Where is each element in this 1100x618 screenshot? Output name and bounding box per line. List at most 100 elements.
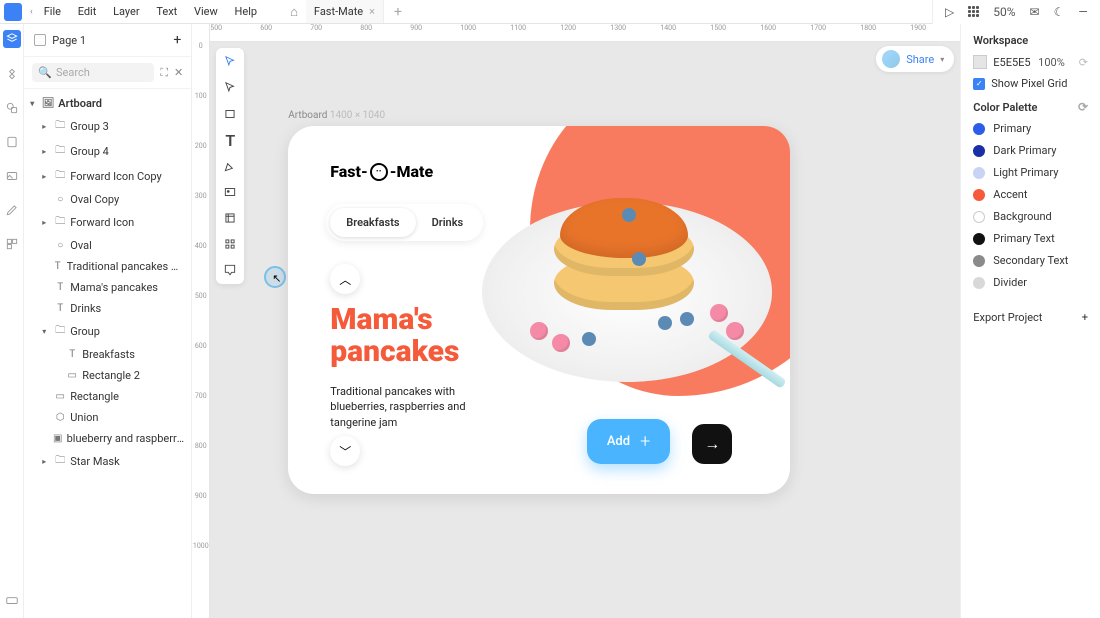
palette-color-item[interactable]: Primary <box>973 122 1088 135</box>
menu-help[interactable]: Help <box>228 5 265 18</box>
layer-node[interactable]: ▸🗀Star Mask <box>24 449 191 474</box>
color-palette-list: Primary Dark Primary Light Primary Accent Ba… <box>973 122 1088 289</box>
tab-breakfasts[interactable]: Breakfasts <box>330 208 415 237</box>
layer-node[interactable]: ▭Rectangle <box>24 386 191 407</box>
palette-color-item[interactable]: Secondary Text <box>973 254 1088 267</box>
color-swatch <box>973 233 985 245</box>
close-icon[interactable]: × <box>369 5 375 18</box>
play-icon[interactable]: ▷ <box>945 5 954 19</box>
artboard[interactable]: Fast-··-Mate Breakfasts Drinks ︿ Mama'sp… <box>288 126 790 494</box>
image-tool-icon[interactable] <box>222 184 238 200</box>
menu-text[interactable]: Text <box>149 5 184 18</box>
menu-layer[interactable]: Layer <box>106 5 147 18</box>
forward-button[interactable]: → <box>692 424 732 464</box>
layer-node[interactable]: ▾🗀Group <box>24 319 191 344</box>
minimize-icon[interactable]: — <box>1078 5 1087 19</box>
shapes-rail-icon[interactable] <box>4 100 20 116</box>
plugin-rail-icon[interactable] <box>4 236 20 252</box>
home-icon[interactable]: ⌂ <box>282 4 306 20</box>
color-label: Background <box>993 210 1051 223</box>
direct-select-tool-icon[interactable] <box>222 80 238 96</box>
components-rail-icon[interactable] <box>4 66 20 82</box>
layer-node[interactable]: ▸🗀Group 4 <box>24 139 191 164</box>
page-selector[interactable]: Page 1 + <box>24 24 191 57</box>
grid-tool-icon[interactable] <box>222 236 238 252</box>
pixel-grid-toggle[interactable]: ✓ Show Pixel Grid <box>973 77 1088 90</box>
chevron-left-icon[interactable]: ‹ <box>26 7 37 17</box>
color-swatch <box>973 145 985 157</box>
export-section[interactable]: Export Project + <box>973 301 1088 324</box>
book-rail-icon[interactable] <box>4 134 20 150</box>
palette-color-item[interactable]: Primary Text <box>973 232 1088 245</box>
share-button[interactable]: Share ▾ <box>876 46 954 72</box>
color-label: Primary Text <box>993 232 1054 245</box>
menu-view[interactable]: View <box>187 5 225 18</box>
layer-node[interactable]: ○Oval Copy <box>24 189 191 210</box>
layer-node[interactable]: TBreakfasts <box>24 344 191 365</box>
prev-item-button[interactable]: ︿ <box>330 264 360 294</box>
palette-color-item[interactable]: Background <box>973 210 1088 223</box>
edit-rail-icon[interactable] <box>4 202 20 218</box>
add-page-icon[interactable]: + <box>173 32 181 48</box>
keyboard-icon[interactable] <box>4 592 20 608</box>
layer-node[interactable]: ⬡Union <box>24 407 191 428</box>
select-tool-icon[interactable] <box>222 54 238 70</box>
layer-tree: ▾🖼Artboard ▸🗀Group 3 ▸🗀Group 4 ▸🗀Forward… <box>24 89 191 618</box>
artboard-label[interactable]: Artboard 1400 × 1040 <box>288 110 385 121</box>
search-input[interactable]: 🔍 Search <box>32 63 154 82</box>
components-icon[interactable] <box>968 6 979 17</box>
text-tool-icon[interactable]: T <box>222 132 238 148</box>
plus-icon[interactable]: + <box>1082 311 1088 324</box>
add-tab-button[interactable]: + <box>384 4 412 20</box>
tool-palette: T <box>216 48 244 284</box>
palette-color-item[interactable]: Accent <box>973 188 1088 201</box>
color-label: Divider <box>993 276 1027 289</box>
layer-node[interactable]: ▸🗀Group 3 <box>24 114 191 139</box>
layer-node[interactable]: ▸🗀Forward Icon Copy <box>24 164 191 189</box>
layer-node[interactable]: ▸🗀Forward Icon <box>24 210 191 235</box>
artboard-tool-icon[interactable] <box>222 210 238 226</box>
next-item-button[interactable]: ﹀ <box>330 436 360 466</box>
focus-icon[interactable]: ⛶ <box>160 66 168 80</box>
layer-node[interactable]: TTraditional pancakes with bl... <box>24 256 191 277</box>
add-button[interactable]: Add+ <box>587 419 670 464</box>
comment-tool-icon[interactable] <box>222 262 238 278</box>
zoom-level[interactable]: 50% <box>993 5 1015 19</box>
product-title: Mama'spancakes <box>330 304 459 367</box>
plus-icon: + <box>640 431 650 452</box>
tab-drinks[interactable]: Drinks <box>416 208 480 237</box>
app-logo[interactable] <box>4 3 22 21</box>
chat-icon[interactable]: ✉ <box>1030 5 1040 19</box>
palette-color-item[interactable]: Dark Primary <box>973 144 1088 157</box>
layer-search-row: 🔍 Search ⛶ ✕ <box>24 57 191 89</box>
tab-label: Fast-Mate <box>314 5 363 18</box>
theme-icon[interactable]: ☾ <box>1054 5 1065 19</box>
rectangle-tool-icon[interactable] <box>222 106 238 122</box>
layer-node[interactable]: TMama's pancakes <box>24 277 191 298</box>
color-swatch <box>973 277 985 289</box>
layer-node[interactable]: ▣blueberry and raspberry pan... <box>24 428 191 449</box>
chevron-down-icon: ﹀ <box>339 443 351 460</box>
color-swatch <box>973 167 985 179</box>
product-description: Traditional pancakes with blueberries, r… <box>330 384 510 430</box>
pen-tool-icon[interactable] <box>222 158 238 174</box>
menu-edit[interactable]: Edit <box>71 5 104 18</box>
image-rail-icon[interactable] <box>4 168 20 184</box>
layers-icon[interactable] <box>3 30 21 48</box>
layer-node[interactable]: ▭Rectangle 2 <box>24 365 191 386</box>
design-canvas[interactable]: T Share ▾ Artboard 1400 × 1040 ↖ <box>210 42 960 618</box>
artboard-node[interactable]: ▾🖼Artboard <box>24 93 191 114</box>
palette-color-item[interactable]: Light Primary <box>973 166 1088 179</box>
workspace-color-value: E5E5E5 <box>993 56 1030 69</box>
document-tab[interactable]: Fast-Mate × <box>306 0 384 23</box>
workspace-color-row[interactable]: E5E5E5 100% ⟳ <box>973 55 1088 69</box>
palette-color-item[interactable]: Divider <box>973 276 1088 289</box>
clear-icon[interactable]: ✕ <box>174 66 183 79</box>
layer-node[interactable]: ○Oval <box>24 235 191 256</box>
brand-face-icon: ·· <box>370 163 388 181</box>
refresh-icon[interactable]: ⟳ <box>1079 56 1088 69</box>
page-icon <box>34 34 46 46</box>
refresh-icon[interactable]: ⟳ <box>1078 100 1088 114</box>
menu-file[interactable]: File <box>37 5 68 18</box>
layer-node[interactable]: TDrinks <box>24 298 191 319</box>
